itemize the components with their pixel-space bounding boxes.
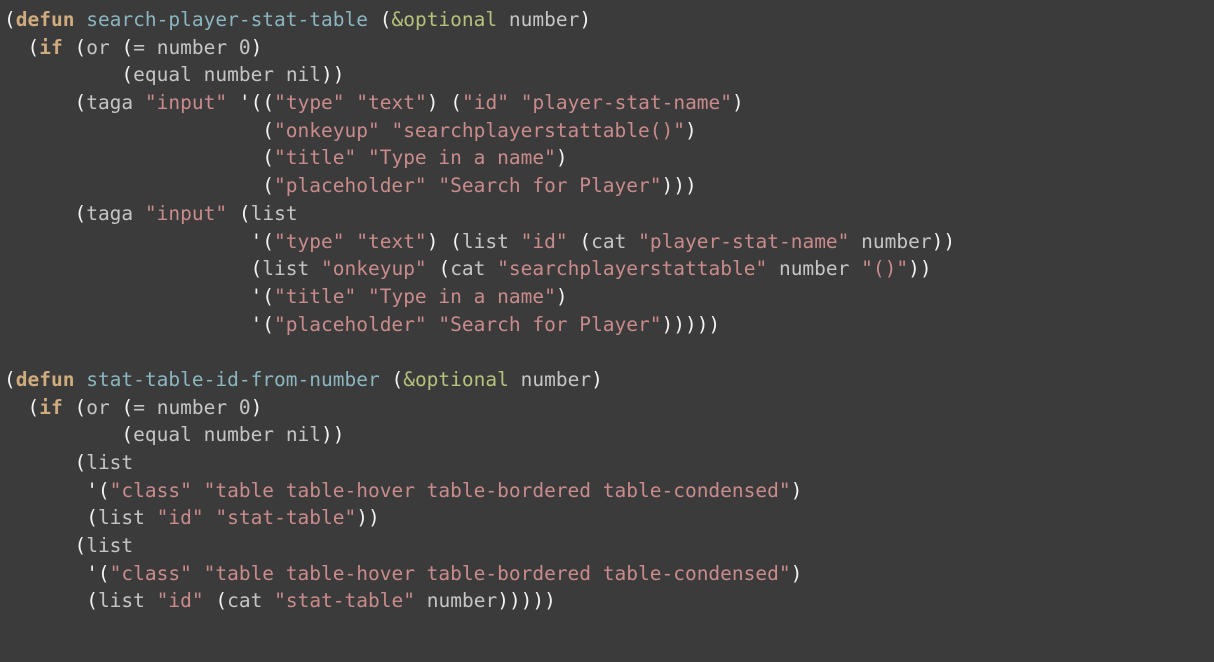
fn-stat-table-id-from-number: stat-table-id-from-number — [86, 368, 380, 391]
amp-optional: &optional — [391, 8, 497, 31]
amp-optional: &optional — [403, 368, 509, 391]
fn-search-player-stat-table: search-player-stat-table — [86, 8, 368, 31]
code-block: (defun search-player-stat-table (&option… — [0, 0, 1214, 621]
keyword-defun: defun — [16, 368, 75, 391]
keyword-if: if — [39, 396, 62, 419]
keyword-defun: defun — [16, 8, 75, 31]
keyword-if: if — [39, 36, 62, 59]
